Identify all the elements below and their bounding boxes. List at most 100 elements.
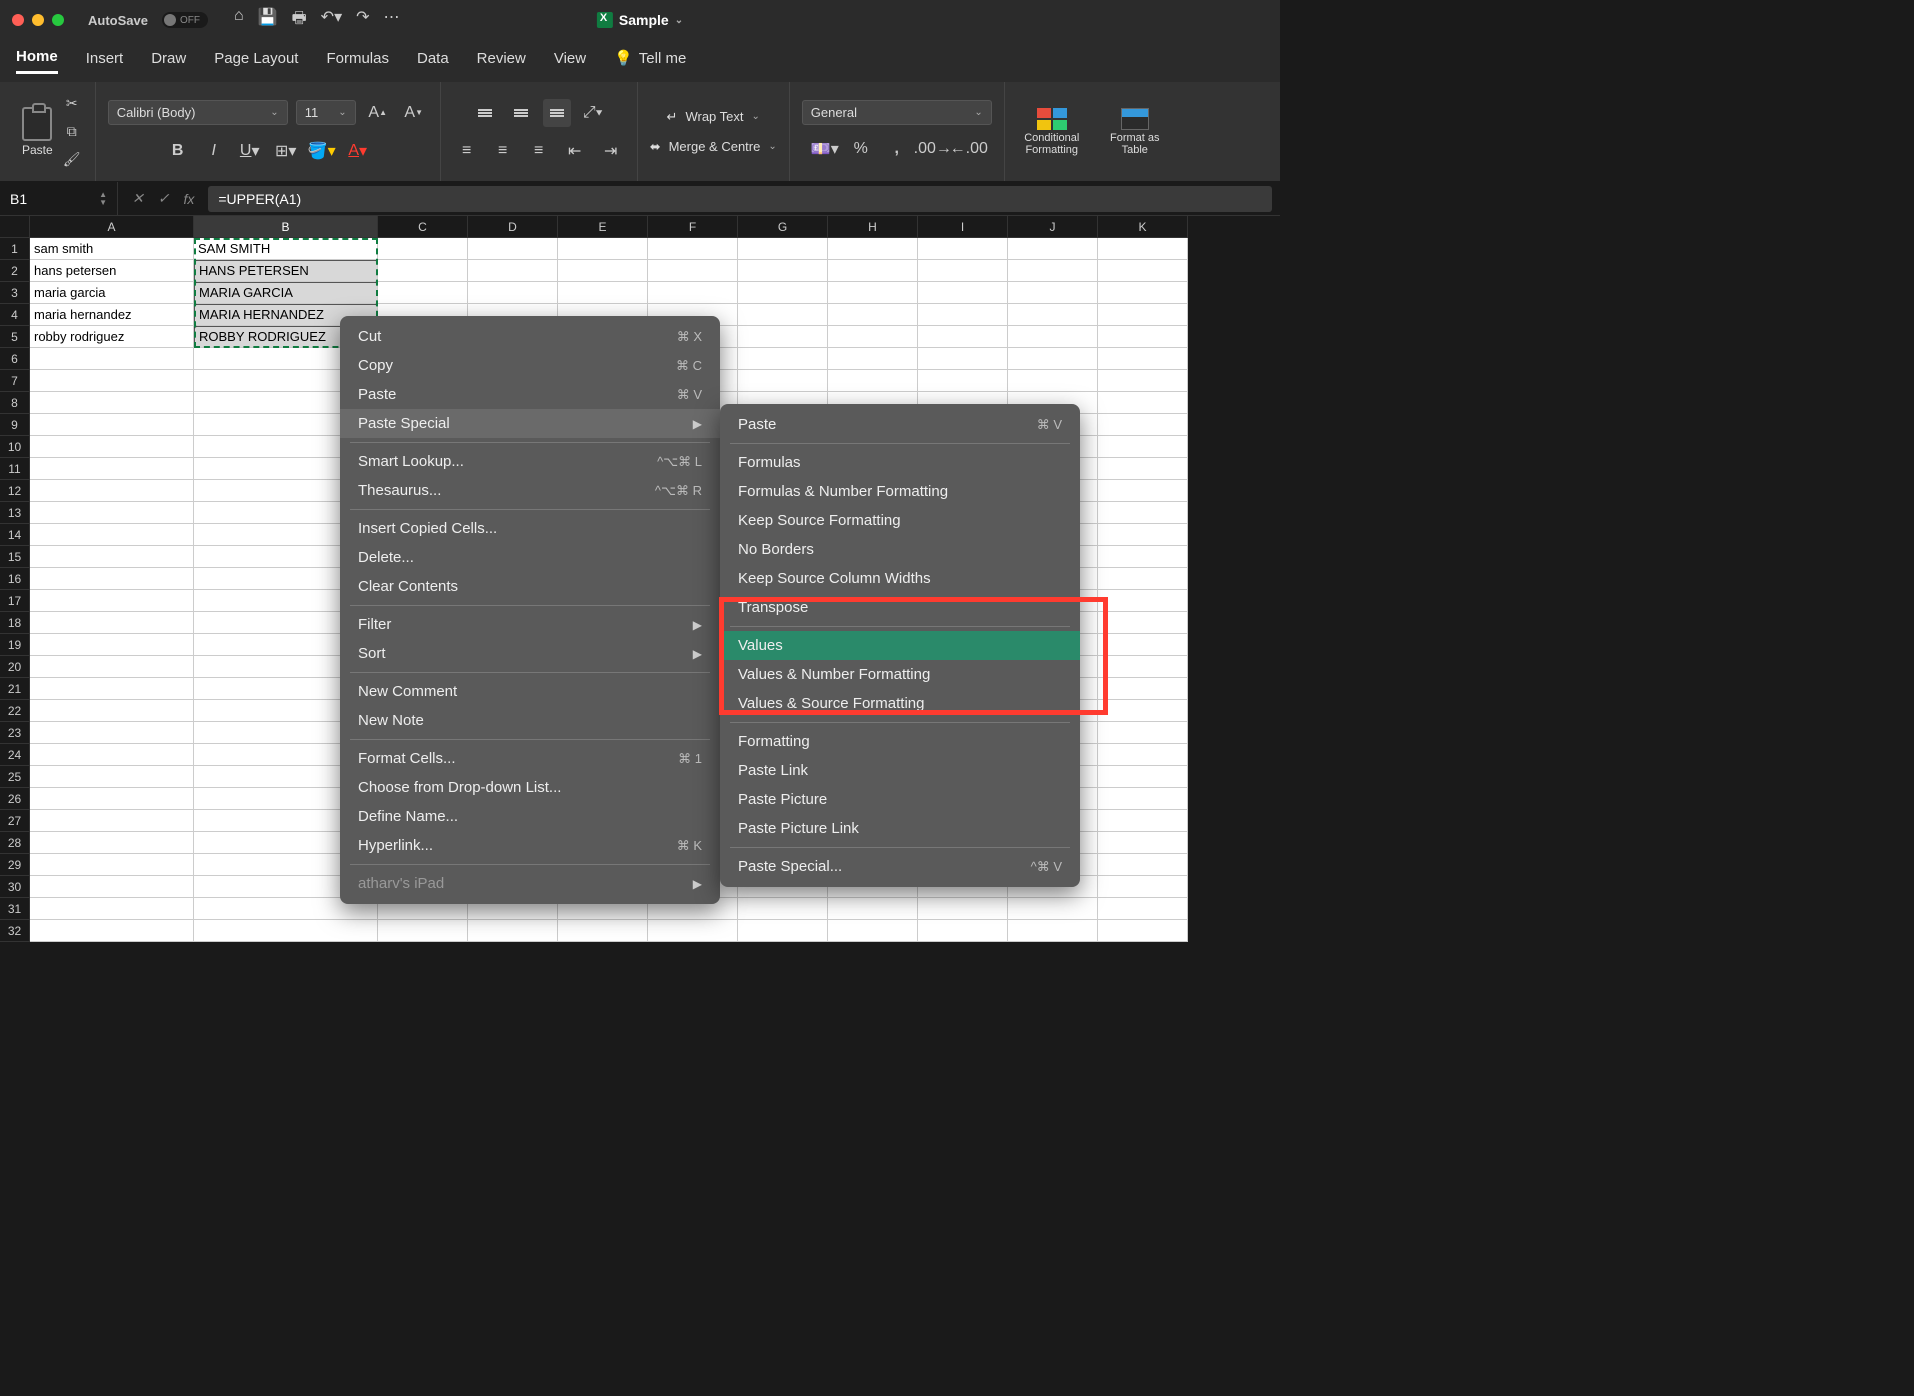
row-header-9[interactable]: 9 bbox=[0, 414, 30, 436]
row-header-28[interactable]: 28 bbox=[0, 832, 30, 854]
row-header-5[interactable]: 5 bbox=[0, 326, 30, 348]
cell-H32[interactable] bbox=[828, 920, 918, 942]
cell-A13[interactable] bbox=[30, 502, 194, 524]
column-header-G[interactable]: G bbox=[738, 216, 828, 238]
cell-G1[interactable] bbox=[738, 238, 828, 260]
cell-J6[interactable] bbox=[1008, 348, 1098, 370]
row-header-29[interactable]: 29 bbox=[0, 854, 30, 876]
row-header-24[interactable]: 24 bbox=[0, 744, 30, 766]
column-header-A[interactable]: A bbox=[30, 216, 194, 238]
undo-icon[interactable]: ↶▾ bbox=[321, 7, 342, 34]
cell-A14[interactable] bbox=[30, 524, 194, 546]
cell-C2[interactable] bbox=[378, 260, 468, 282]
cell-K29[interactable] bbox=[1098, 854, 1188, 876]
cell-K30[interactable] bbox=[1098, 876, 1188, 898]
menu-item-values-number-formatting[interactable]: Values & Number Formatting bbox=[720, 660, 1080, 689]
cell-A21[interactable] bbox=[30, 678, 194, 700]
menu-item-format-cells[interactable]: Format Cells...⌘ 1 bbox=[340, 744, 720, 773]
fill-color-button[interactable]: 🪣▾ bbox=[308, 137, 336, 165]
cell-A7[interactable] bbox=[30, 370, 194, 392]
cell-G32[interactable] bbox=[738, 920, 828, 942]
row-header-15[interactable]: 15 bbox=[0, 546, 30, 568]
cell-K4[interactable] bbox=[1098, 304, 1188, 326]
comma-format-icon[interactable]: , bbox=[883, 135, 911, 163]
cell-B2[interactable]: HANS PETERSEN bbox=[194, 260, 378, 282]
cell-E3[interactable] bbox=[558, 282, 648, 304]
cell-K31[interactable] bbox=[1098, 898, 1188, 920]
cell-I1[interactable] bbox=[918, 238, 1008, 260]
cell-K15[interactable] bbox=[1098, 546, 1188, 568]
row-header-27[interactable]: 27 bbox=[0, 810, 30, 832]
row-header-6[interactable]: 6 bbox=[0, 348, 30, 370]
column-header-J[interactable]: J bbox=[1008, 216, 1098, 238]
row-header-1[interactable]: 1 bbox=[0, 238, 30, 260]
menu-item-values-source-formatting[interactable]: Values & Source Formatting bbox=[720, 689, 1080, 718]
cell-A29[interactable] bbox=[30, 854, 194, 876]
increase-font-icon[interactable]: A▲ bbox=[364, 99, 392, 127]
cell-K22[interactable] bbox=[1098, 700, 1188, 722]
cell-D2[interactable] bbox=[468, 260, 558, 282]
cell-J5[interactable] bbox=[1008, 326, 1098, 348]
cell-H5[interactable] bbox=[828, 326, 918, 348]
menu-item-paste-picture[interactable]: Paste Picture bbox=[720, 785, 1080, 814]
cell-K1[interactable] bbox=[1098, 238, 1188, 260]
cell-A22[interactable] bbox=[30, 700, 194, 722]
select-all-corner[interactable] bbox=[0, 216, 30, 238]
cell-A9[interactable] bbox=[30, 414, 194, 436]
row-header-2[interactable]: 2 bbox=[0, 260, 30, 282]
cell-D32[interactable] bbox=[468, 920, 558, 942]
accounting-format-icon[interactable]: 💷▾ bbox=[811, 135, 839, 163]
cell-I2[interactable] bbox=[918, 260, 1008, 282]
underline-button[interactable]: U▾ bbox=[236, 137, 264, 165]
column-header-F[interactable]: F bbox=[648, 216, 738, 238]
copy-icon[interactable]: ⧉ bbox=[61, 121, 83, 143]
cell-A3[interactable]: maria garcia bbox=[30, 282, 194, 304]
tab-formulas[interactable]: Formulas bbox=[326, 50, 389, 73]
cell-H7[interactable] bbox=[828, 370, 918, 392]
cell-G6[interactable] bbox=[738, 348, 828, 370]
row-header-26[interactable]: 26 bbox=[0, 788, 30, 810]
cell-G4[interactable] bbox=[738, 304, 828, 326]
align-left-icon[interactable]: ≡ bbox=[453, 137, 481, 165]
menu-item-atharv-s-ipad[interactable]: atharv's iPad▶ bbox=[340, 869, 720, 898]
menu-item-keep-source-column-widths[interactable]: Keep Source Column Widths bbox=[720, 564, 1080, 593]
menu-item-values[interactable]: Values bbox=[720, 631, 1080, 660]
minimize-window-icon[interactable] bbox=[32, 14, 44, 26]
cell-A27[interactable] bbox=[30, 810, 194, 832]
row-header-16[interactable]: 16 bbox=[0, 568, 30, 590]
cell-I7[interactable] bbox=[918, 370, 1008, 392]
cell-K5[interactable] bbox=[1098, 326, 1188, 348]
cell-K13[interactable] bbox=[1098, 502, 1188, 524]
cell-B32[interactable] bbox=[194, 920, 378, 942]
percent-format-icon[interactable]: % bbox=[847, 135, 875, 163]
cell-A24[interactable] bbox=[30, 744, 194, 766]
row-header-3[interactable]: 3 bbox=[0, 282, 30, 304]
cell-I4[interactable] bbox=[918, 304, 1008, 326]
font-selector[interactable]: Calibri (Body)⌄ bbox=[108, 100, 288, 125]
cell-G3[interactable] bbox=[738, 282, 828, 304]
row-header-20[interactable]: 20 bbox=[0, 656, 30, 678]
row-header-10[interactable]: 10 bbox=[0, 436, 30, 458]
name-box-stepper-icon[interactable]: ▲▼ bbox=[99, 191, 107, 207]
menu-item-clear-contents[interactable]: Clear Contents bbox=[340, 572, 720, 601]
fx-icon[interactable]: fx bbox=[183, 191, 194, 207]
menu-item-paste-special[interactable]: Paste Special▶ bbox=[340, 409, 720, 438]
menu-item-define-name[interactable]: Define Name... bbox=[340, 802, 720, 831]
wrap-text-button[interactable]: ↵Wrap Text⌄ bbox=[667, 109, 760, 125]
cell-A32[interactable] bbox=[30, 920, 194, 942]
cell-K6[interactable] bbox=[1098, 348, 1188, 370]
row-header-18[interactable]: 18 bbox=[0, 612, 30, 634]
menu-item-insert-copied-cells[interactable]: Insert Copied Cells... bbox=[340, 514, 720, 543]
cell-A19[interactable] bbox=[30, 634, 194, 656]
menu-item-sort[interactable]: Sort▶ bbox=[340, 639, 720, 668]
column-header-I[interactable]: I bbox=[918, 216, 1008, 238]
cell-K18[interactable] bbox=[1098, 612, 1188, 634]
menu-item-paste-picture-link[interactable]: Paste Picture Link bbox=[720, 814, 1080, 843]
cell-K14[interactable] bbox=[1098, 524, 1188, 546]
row-header-22[interactable]: 22 bbox=[0, 700, 30, 722]
menu-item-formatting[interactable]: Formatting bbox=[720, 727, 1080, 756]
cell-A30[interactable] bbox=[30, 876, 194, 898]
cell-K19[interactable] bbox=[1098, 634, 1188, 656]
menu-item-keep-source-formatting[interactable]: Keep Source Formatting bbox=[720, 506, 1080, 535]
row-header-25[interactable]: 25 bbox=[0, 766, 30, 788]
